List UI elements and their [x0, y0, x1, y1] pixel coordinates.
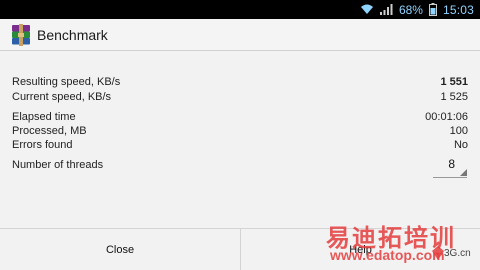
- threads-value: 8: [448, 157, 455, 171]
- benchmark-results: Resulting speed, KB/s 1 551 Current spee…: [0, 50, 480, 228]
- threads-row: Number of threads: [12, 158, 420, 172]
- errors-found-row: Errors found No: [12, 138, 468, 152]
- resulting-speed-row: Resulting speed, KB/s 1 551: [12, 75, 468, 89]
- wifi-icon: [360, 4, 374, 15]
- page-title: Benchmark: [37, 26, 108, 43]
- close-button[interactable]: Close: [0, 229, 240, 270]
- current-speed-value: 1 525: [440, 91, 468, 103]
- current-speed-label: Current speed, KB/s: [12, 91, 112, 103]
- errors-found-value: No: [453, 139, 468, 151]
- battery-percent: 68%: [398, 2, 423, 17]
- status-time: 15:03: [442, 2, 474, 17]
- signal-icon: [379, 4, 393, 15]
- errors-found-label: Errors found: [12, 139, 73, 151]
- help-button[interactable]: Help: [241, 229, 480, 270]
- processed-row: Processed, MB 100: [12, 124, 468, 138]
- action-bar: Benchmark: [0, 19, 480, 51]
- elapsed-time-row: Elapsed time 00:01:06: [12, 110, 468, 124]
- button-bar: Close Help: [0, 228, 480, 270]
- winrar-books-icon[interactable]: [11, 23, 31, 46]
- resulting-speed-value: 1 551: [440, 76, 468, 88]
- status-bar-right: 68% 15:03: [360, 0, 474, 19]
- threads-label: Number of threads: [12, 159, 104, 171]
- processed-value: 100: [449, 125, 468, 137]
- elapsed-time-value: 00:01:06: [425, 111, 468, 123]
- threads-spinner[interactable]: 8: [433, 155, 467, 178]
- processed-label: Processed, MB: [12, 125, 87, 137]
- elapsed-time-label: Elapsed time: [12, 111, 76, 123]
- status-bar: 68% 15:03: [0, 0, 480, 19]
- spinner-corner-icon: [460, 169, 467, 176]
- resulting-speed-label: Resulting speed, KB/s: [12, 76, 121, 88]
- current-speed-row: Current speed, KB/s 1 525: [12, 90, 468, 104]
- battery-icon: [428, 3, 437, 16]
